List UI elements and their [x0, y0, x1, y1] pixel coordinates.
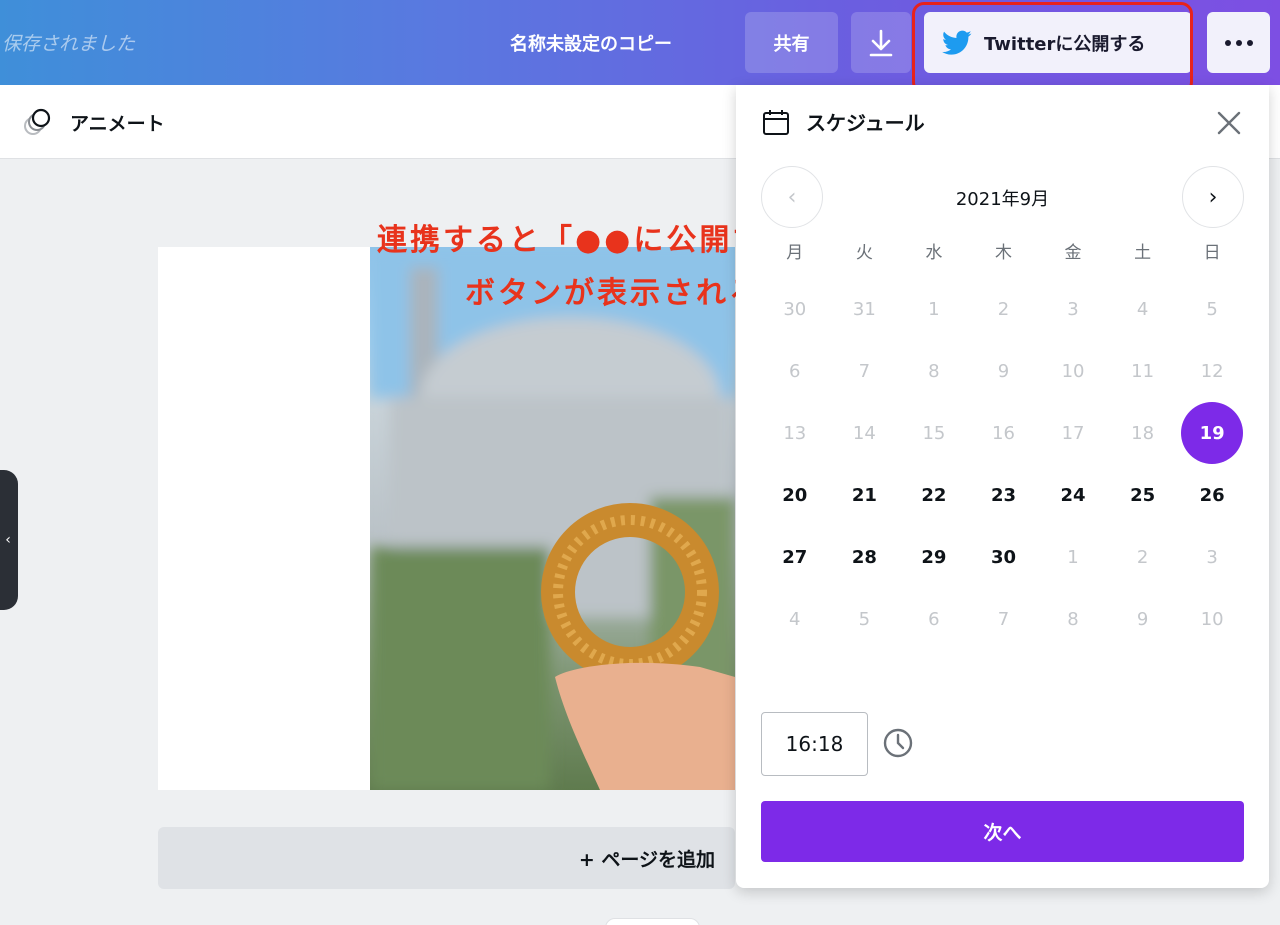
share-button[interactable]: 共有: [745, 12, 838, 73]
calendar-day: 15: [922, 422, 946, 444]
calendar-day: 13: [783, 422, 807, 444]
calendar-day[interactable]: 26: [1177, 464, 1247, 526]
calendar-day: 10: [1061, 360, 1085, 382]
calendar-icon: [763, 109, 789, 135]
calendar-day[interactable]: 20: [760, 464, 830, 526]
calendar-week-row: 4 5 6 7 8 9 10: [760, 588, 1247, 650]
calendar-day[interactable]: 1: [1038, 526, 1108, 588]
next-month-button[interactable]: ›: [1182, 166, 1244, 228]
close-icon[interactable]: [1216, 110, 1242, 136]
calendar-day[interactable]: 27: [760, 526, 830, 588]
weekday-label: 金: [1064, 243, 1082, 263]
calendar-week-row: 13 14 15 16 17 18 19: [760, 402, 1247, 464]
calendar-day[interactable]: 22: [899, 464, 969, 526]
calendar-day: 31: [852, 298, 876, 320]
calendar-day[interactable]: 24: [1038, 464, 1108, 526]
calendar-day: 1: [928, 298, 940, 320]
calendar-day[interactable]: 28: [830, 526, 900, 588]
calendar-day[interactable]: 19: [1177, 402, 1247, 464]
calendar-day: 11: [1131, 360, 1155, 382]
annotation-line-2: ボタンが表示される: [465, 276, 762, 311]
calendar-day[interactable]: 7: [969, 588, 1039, 650]
download-button[interactable]: [851, 12, 911, 73]
zoom-pill[interactable]: [605, 918, 700, 925]
animate-icon: [24, 108, 51, 135]
calendar-day[interactable]: 3: [1177, 526, 1247, 588]
calendar-day[interactable]: 10: [1177, 588, 1247, 650]
selected-day[interactable]: 19: [1181, 402, 1244, 464]
calendar-day: 14: [852, 422, 876, 444]
calendar-day[interactable]: 23: [969, 464, 1039, 526]
highlight-box: [912, 2, 1193, 94]
schedule-header: スケジュール: [762, 107, 925, 136]
weekday-header-row: 月火水木金土日: [760, 238, 1247, 278]
chevron-right-icon: ›: [1208, 184, 1218, 210]
calendar-day: 4: [1136, 298, 1149, 320]
add-page-button[interactable]: + ページを追加: [158, 827, 735, 889]
design-photo[interactable]: [370, 247, 735, 790]
calendar-day[interactable]: 30: [969, 526, 1039, 588]
weekday-label: 日: [1203, 243, 1221, 263]
calendar-day: 30: [783, 298, 807, 320]
calendar-day[interactable]: 21: [830, 464, 900, 526]
calendar-day[interactable]: 9: [1108, 588, 1178, 650]
weekday-label: 火: [855, 243, 873, 263]
calendar-day: 18: [1131, 422, 1155, 444]
calendar-day: 12: [1200, 360, 1224, 382]
download-icon: [869, 29, 893, 56]
weekday-label: 木: [994, 243, 1012, 263]
schedule-title: スケジュール: [806, 111, 925, 135]
animate-label: アニメート: [70, 112, 165, 135]
time-input[interactable]: 16:18: [761, 712, 868, 776]
calendar-day[interactable]: 6: [899, 588, 969, 650]
calendar-day[interactable]: 4: [760, 588, 830, 650]
weekday-label: 土: [1134, 243, 1152, 263]
calendar-day: 7: [858, 360, 871, 382]
more-icon: [1224, 39, 1253, 46]
calendar-day: 8: [928, 360, 940, 382]
calendar-week-row: 6 7 8 9 10 11 12: [760, 340, 1247, 402]
calendar-day[interactable]: 8: [1038, 588, 1108, 650]
calendar-day: 6: [789, 360, 801, 382]
weekday-label: 水: [925, 243, 943, 263]
schedule-panel: スケジュール ‹ 2021年9月 › 月火水木金土日 30 31 1 2 3 4 5 6 7 8 9 1…: [736, 85, 1269, 888]
calendar-day[interactable]: 25: [1108, 464, 1178, 526]
calendar-day[interactable]: 2: [1108, 526, 1178, 588]
calendar-day: 9: [997, 360, 1010, 382]
calendar-day[interactable]: 29: [899, 526, 969, 588]
calendar-day: 16: [992, 422, 1015, 444]
clock-icon[interactable]: [882, 727, 914, 759]
document-title[interactable]: 名称未設定のコピー: [510, 30, 672, 56]
calendar-day: 3: [1067, 298, 1079, 320]
animate-button[interactable]: アニメート: [22, 107, 165, 137]
weekday-label: 月: [786, 243, 804, 263]
calendar-grid: 月火水木金土日 30 31 1 2 3 4 5 6 7 8 9 10 11 12 13 14 15 16 17 18 19…: [760, 238, 1247, 650]
chevron-left-icon: ‹: [5, 532, 11, 548]
collapse-panel-handle[interactable]: ‹: [0, 470, 18, 610]
calendar-day: 17: [1061, 422, 1085, 444]
calendar-week-row: 20 21 22 23 24 25 26: [760, 464, 1247, 526]
save-status: 保存されました: [2, 33, 136, 55]
calendar-day: 2: [997, 298, 1010, 320]
photo-illustration: [370, 247, 735, 790]
calendar-day: 5: [1206, 298, 1218, 320]
calendar-week-row: 30 31 1 2 3 4 5: [760, 278, 1247, 340]
calendar-day[interactable]: 5: [830, 588, 900, 650]
calendar-week-row: 27 28 29 30 1 2 3: [760, 526, 1247, 588]
next-button[interactable]: 次へ: [761, 801, 1244, 862]
more-options-button[interactable]: [1207, 12, 1270, 73]
